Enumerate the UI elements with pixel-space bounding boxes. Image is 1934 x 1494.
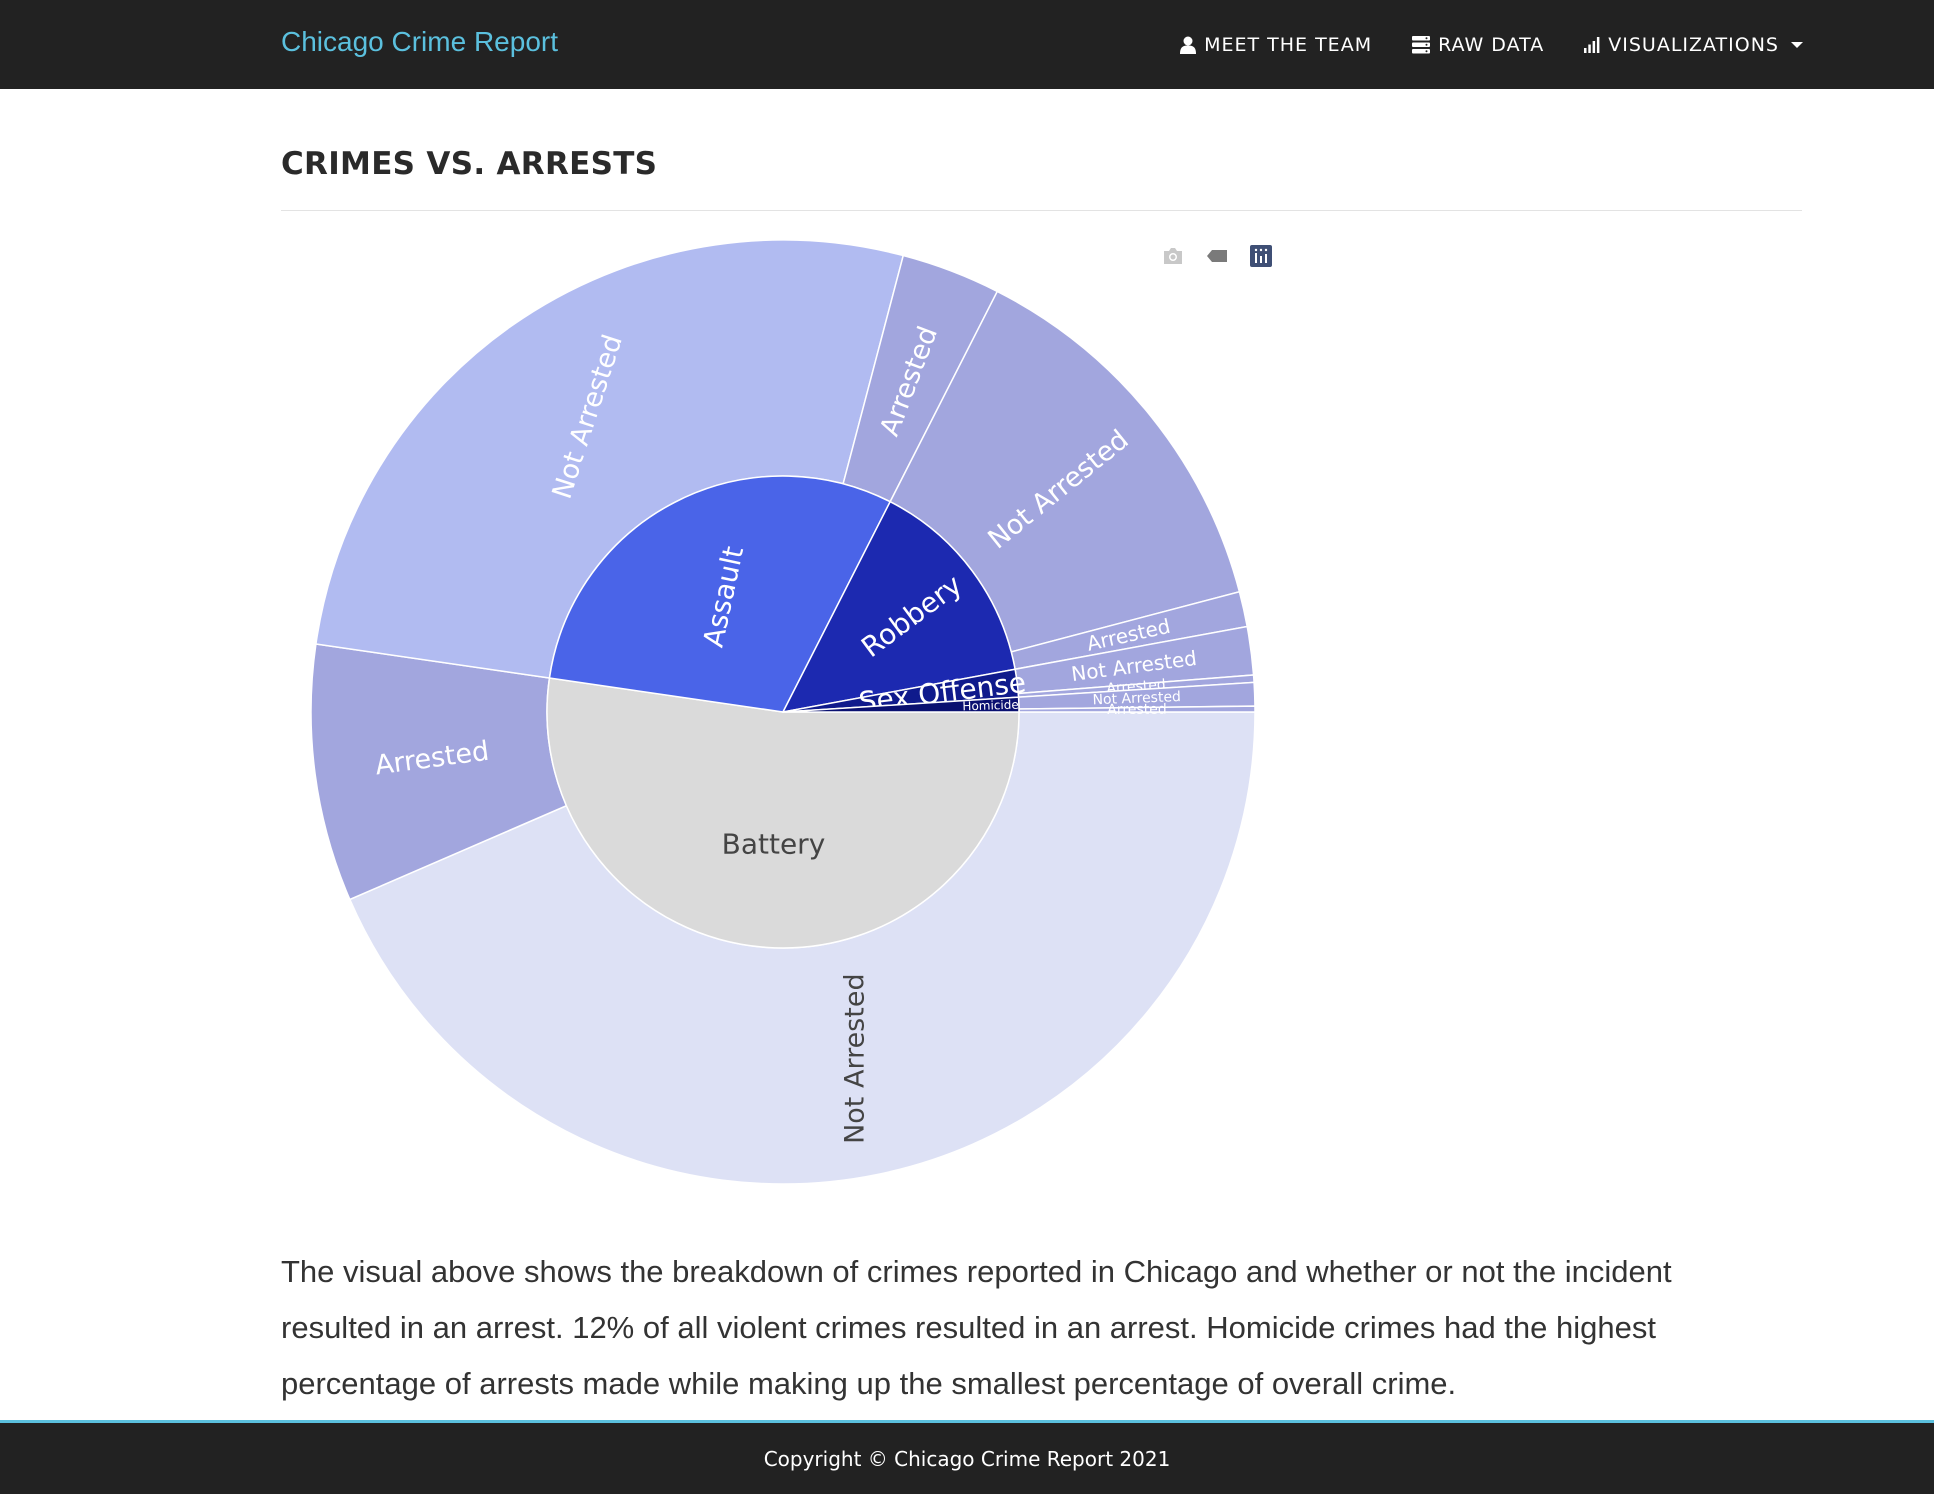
brand-link[interactable]: Chicago Crime Report [281, 26, 558, 58]
page-title: CRIMES VS. ARRESTS [281, 146, 658, 182]
chart-modebar [1160, 243, 1274, 269]
chart-description: The visual above shows the breakdown of … [281, 1254, 1672, 1401]
user-icon [1180, 36, 1197, 54]
title-divider [281, 210, 1802, 211]
tag-icon[interactable] [1204, 243, 1230, 269]
nav-visualizations-label: VISUALIZATIONS [1608, 33, 1779, 56]
database-icon [1412, 35, 1431, 54]
bar-chart-icon [1584, 36, 1600, 53]
nav-meet-the-team-label: MEET THE TEAM [1204, 33, 1373, 56]
nav-meet-the-team[interactable]: MEET THE TEAM [1180, 34, 1372, 56]
sunburst-chart: Not Arrested Arrested Battery Not Arrested A… [281, 230, 1281, 1200]
nav-raw-data[interactable]: RAW DATA [1412, 34, 1544, 56]
navbar: Chicago Crime Report MEET THE TEAM RAW D… [0, 0, 1934, 89]
homicide-label: Homicide [962, 698, 1019, 714]
footer: Copyright © Chicago Crime Report 2021 [0, 1420, 1934, 1494]
homicide-arrested-label: Arrested [1107, 702, 1167, 718]
nav-visualizations-dropdown[interactable]: VISUALIZATIONS [1584, 34, 1803, 56]
caret-down-icon [1791, 41, 1803, 48]
nav-menu: MEET THE TEAM RAW DATA VISUALIZATIONS [1180, 0, 1803, 89]
copyright-text: Copyright © Chicago Crime Report 2021 [763, 1447, 1171, 1471]
battery-not-arrested-label: Not Arrested [839, 973, 870, 1144]
sunburst-svg: Not ArrestedArrestedBatteryNot Arrested A… [310, 239, 1256, 1185]
nav-raw-data-label: RAW DATA [1438, 33, 1545, 56]
camera-icon[interactable] [1160, 243, 1186, 269]
plotly-logo-icon[interactable] [1248, 243, 1274, 269]
battery-label: Battery [722, 827, 826, 860]
